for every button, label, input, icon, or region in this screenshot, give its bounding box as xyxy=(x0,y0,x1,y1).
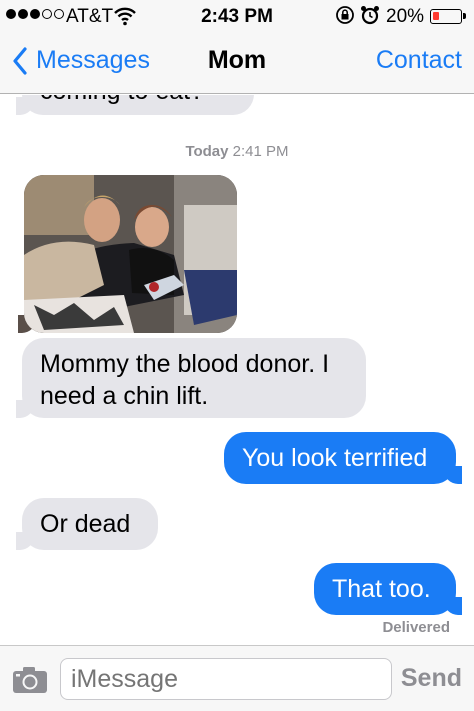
battery-icon xyxy=(430,9,466,24)
photo-image xyxy=(24,175,237,333)
message-text: That too. xyxy=(332,575,431,603)
message-text: You look terrified xyxy=(242,444,428,472)
message-text: Or dead xyxy=(40,510,131,538)
message-bubble-incoming: Or dead xyxy=(16,498,158,550)
compose-bar: Send xyxy=(0,645,474,711)
battery-percent: 20% xyxy=(386,6,425,27)
timestamp-day: Today xyxy=(185,143,229,160)
message-bubble-incoming: Mommy the blood donor. I need a chin lif… xyxy=(16,338,366,418)
delivered-status: Delivered xyxy=(382,619,450,636)
photo-attachment[interactable] xyxy=(24,175,237,333)
message-bubble-outgoing: You look terrified xyxy=(224,432,462,484)
status-bar: AT&T 2:43 PM 20% xyxy=(0,0,474,34)
message-timestamp: Today 2:41 PM xyxy=(0,143,474,160)
message-text: coming to eat? xyxy=(40,95,204,105)
message-input[interactable] xyxy=(60,658,392,700)
camera-icon[interactable] xyxy=(12,666,48,694)
rotation-lock-icon xyxy=(336,6,354,24)
send-button[interactable]: Send xyxy=(401,664,462,693)
message-bubble-outgoing: That too. xyxy=(314,563,462,615)
contact-button[interactable]: Contact xyxy=(376,46,462,75)
message-text: Mommy the blood donor. I need a chin lif… xyxy=(40,350,330,410)
timestamp-time: 2:41 PM xyxy=(232,143,289,160)
conversation-view[interactable]: coming to eat? Today 2:41 PM Mommy the b… xyxy=(0,95,474,645)
message-bubble-partial: coming to eat? xyxy=(16,95,254,115)
alarm-icon xyxy=(361,6,379,25)
navigation-bar: Messages Mom Contact xyxy=(0,34,474,94)
